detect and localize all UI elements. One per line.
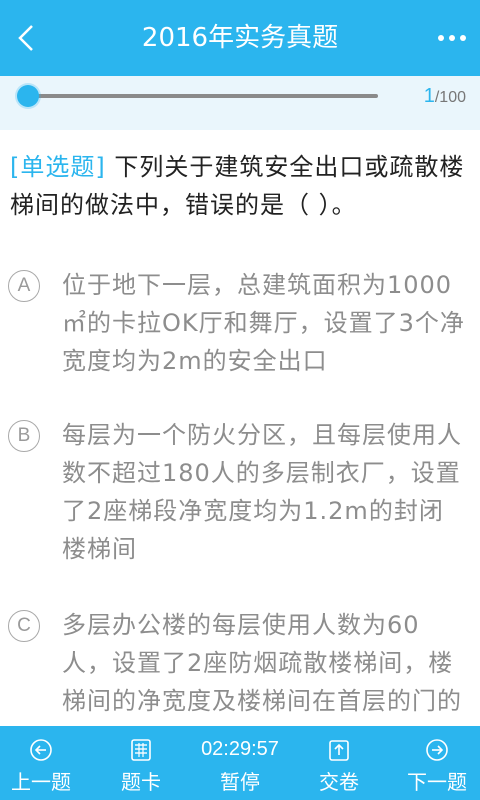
card-icon-wrap	[96, 738, 186, 762]
question-slider-track[interactable]	[28, 94, 378, 98]
option-letter: B	[8, 420, 40, 452]
option-text: 位于地下一层，总建筑面积为1000㎡的卡拉OK厅和舞厅，设置了3个净宽度均为2m…	[62, 271, 465, 375]
more-dot	[460, 35, 466, 41]
question-slider-thumb[interactable]	[17, 85, 39, 107]
back-button[interactable]	[4, 14, 48, 62]
next-question-button[interactable]: 下一题	[392, 726, 480, 800]
question-type-tag: [单选题]	[10, 153, 106, 181]
page-counter: 1/100	[424, 84, 466, 108]
back-icon	[18, 25, 33, 51]
bottom-toolbar: 上一题 题卡 02:29:57 暂停 交卷 下一题	[0, 726, 480, 800]
prev-arrow-icon	[30, 739, 52, 761]
question-stem: [单选题] 下列关于建筑安全出口或疏散楼梯间的做法中，错误的是（ ）。	[10, 148, 466, 224]
next-arrow-icon	[426, 739, 448, 761]
more-dots-icon	[438, 35, 444, 41]
more-button[interactable]	[428, 14, 476, 62]
option-text: 每层为一个防火分区，且每层使用人数不超过180人的多层制衣厂，设置了2座梯段净宽…	[62, 421, 462, 563]
prev-icon-wrap	[0, 738, 86, 762]
answer-card-button[interactable]: 题卡	[96, 726, 186, 800]
next-icon-wrap	[392, 738, 480, 762]
prev-question-label: 上一题	[11, 770, 71, 794]
submit-upload-icon	[329, 740, 349, 761]
page-title: 2016年实务真题	[141, 23, 339, 53]
submit-button[interactable]: 交卷	[294, 726, 384, 800]
submit-icon-wrap	[294, 738, 384, 762]
answer-card-label: 题卡	[121, 770, 161, 794]
pause-label: 暂停	[220, 770, 260, 794]
answer-card-icon	[131, 739, 151, 761]
option-b[interactable]: B 每层为一个防火分区，且每层使用人数不超过180人的多层制衣厂，设置了2座梯段…	[8, 416, 468, 576]
submit-label: 交卷	[319, 770, 359, 794]
next-question-label: 下一题	[407, 770, 467, 794]
total-questions: /100	[434, 89, 466, 106]
option-letter: C	[8, 610, 40, 642]
current-question-number: 1	[423, 85, 435, 107]
option-letter: A	[8, 270, 40, 302]
header-bar: 2016年实务真题	[0, 0, 480, 76]
pause-button[interactable]: 02:29:57 暂停	[195, 726, 285, 800]
exam-timer: 02:29:57	[201, 738, 279, 760]
prev-question-button[interactable]: 上一题	[0, 726, 86, 800]
option-a[interactable]: A 位于地下一层，总建筑面积为1000㎡的卡拉OK厅和舞厅，设置了3个净宽度均为…	[8, 266, 468, 386]
progress-area: 1/100	[0, 76, 480, 130]
more-dot	[449, 35, 455, 41]
